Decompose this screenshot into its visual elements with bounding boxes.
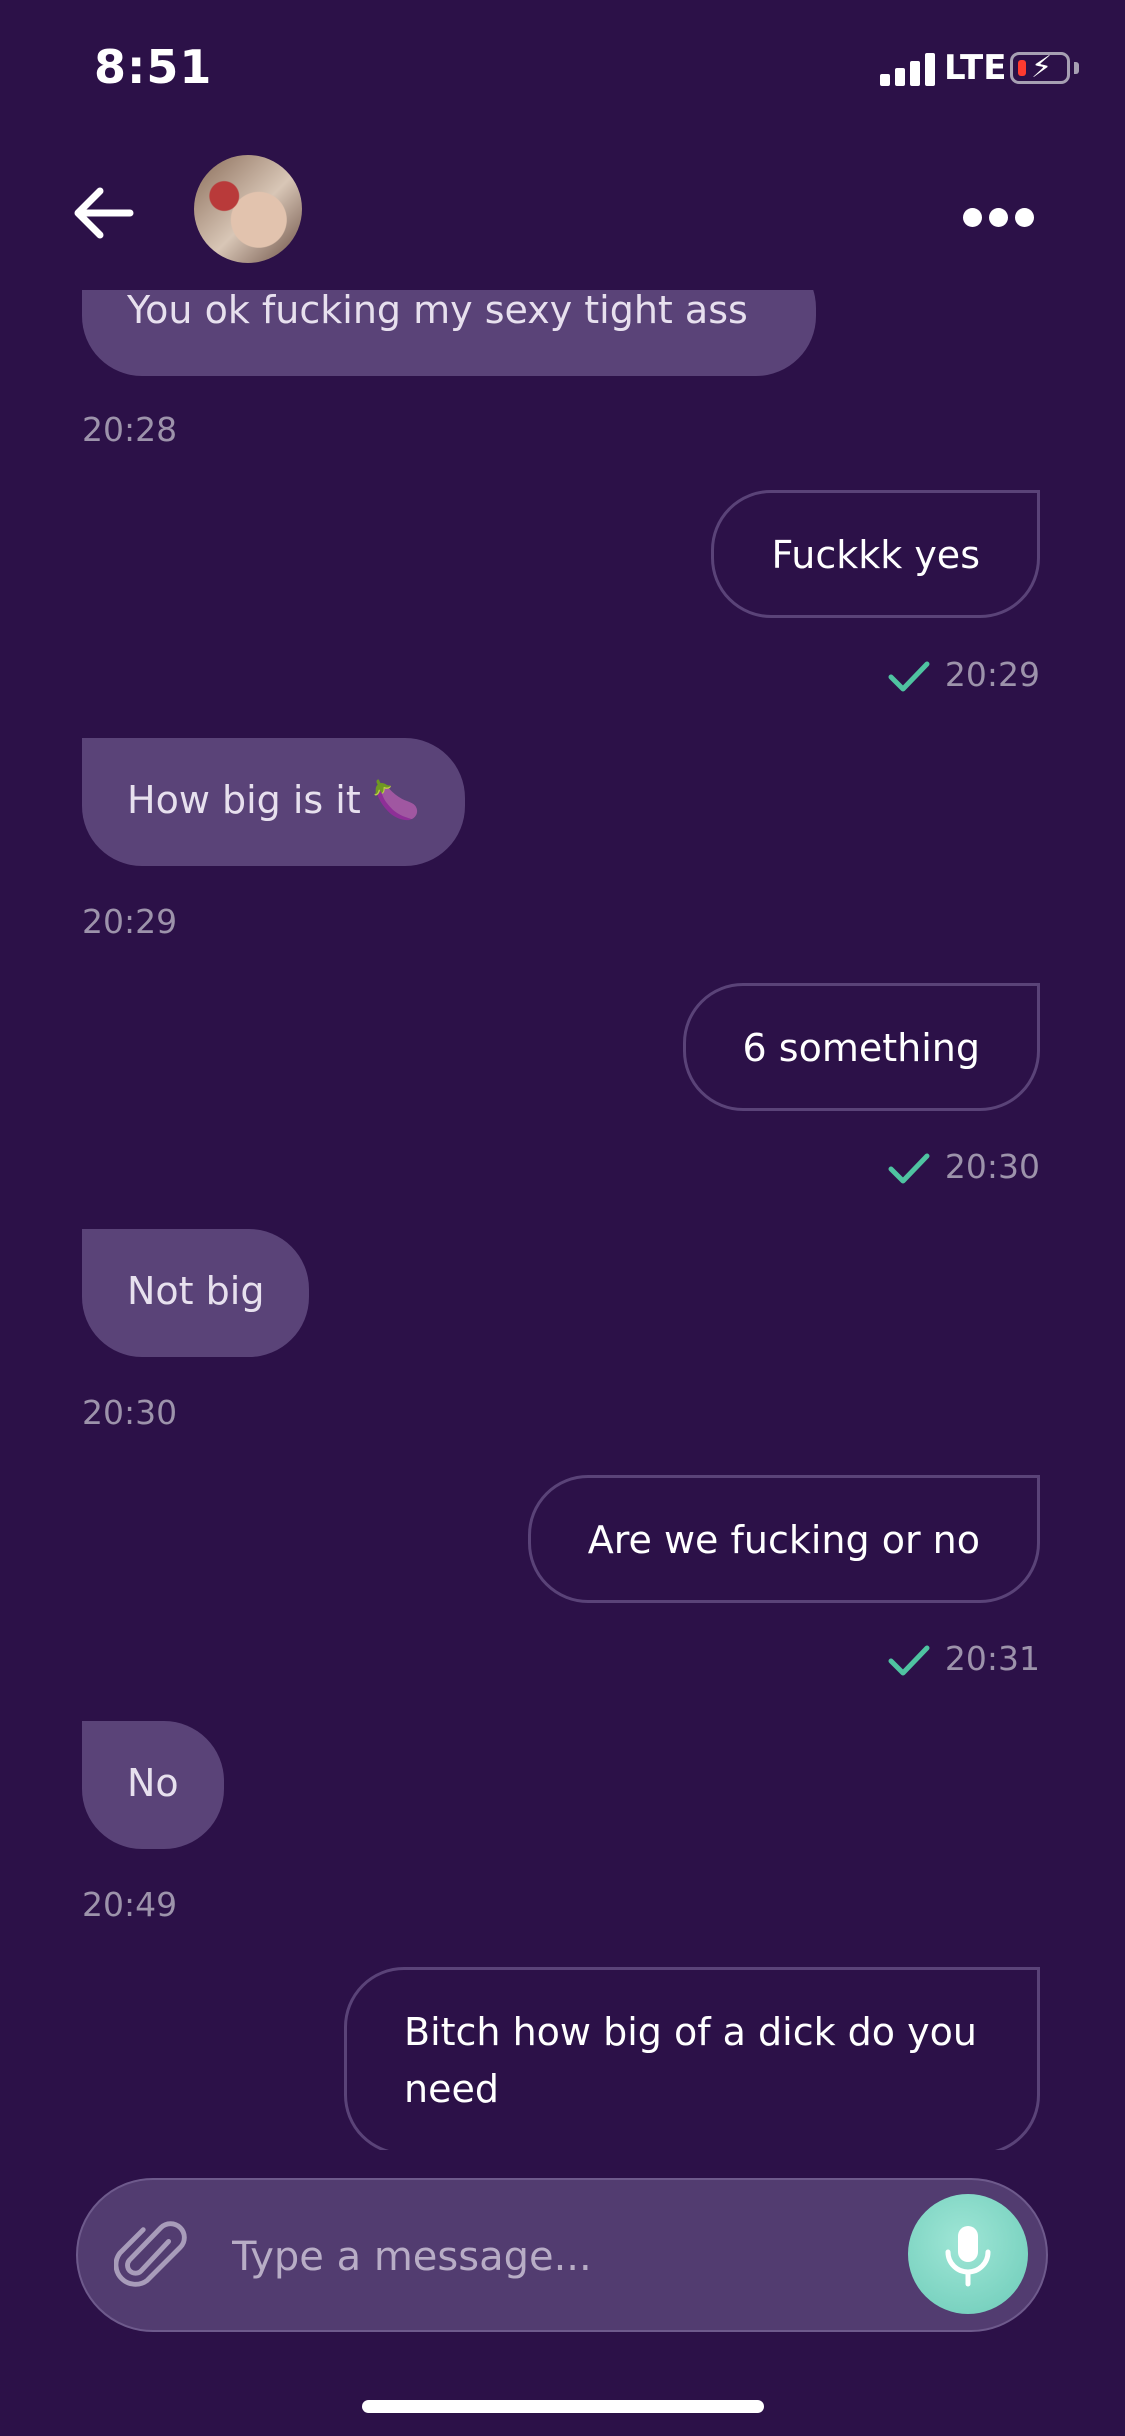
message-time: 20:30 — [82, 1393, 178, 1432]
message-bubble-outgoing: 6 something — [682, 983, 1040, 1111]
chat-header — [0, 140, 1125, 290]
message-bubble-incoming: You ok fucking my sexy tight ass — [82, 290, 816, 376]
avatar[interactable] — [194, 155, 302, 263]
check-icon — [888, 1153, 930, 1183]
message-bubble-outgoing: Are we fucking or no — [527, 1475, 1040, 1603]
message-bubble-outgoing: Fuckkk yes — [711, 490, 1040, 618]
message-time: 20:28 — [82, 410, 178, 449]
message-text: No — [127, 1761, 179, 1805]
message-input[interactable] — [230, 2220, 954, 2294]
microphone-icon — [945, 2226, 991, 2287]
message-time: 20:29 — [887, 655, 1040, 694]
battery-tip — [1074, 62, 1079, 74]
message-time: 20:49 — [82, 1885, 178, 1924]
battery-icon: ⚡ — [1010, 50, 1070, 85]
status-time: 8:51 — [94, 40, 213, 94]
message-bubble-incoming: No — [82, 1721, 224, 1849]
check-icon — [888, 661, 930, 691]
ellipsis-icon[interactable] — [958, 194, 1038, 234]
signal-icon — [880, 52, 938, 86]
message-bubble-incoming: Not big — [82, 1229, 310, 1357]
network-type: LTE — [944, 48, 1007, 88]
message-text: Not big — [127, 1269, 265, 1313]
status-bar: 8:51 LTE ⚡ — [0, 0, 1125, 140]
message-time: 20:31 — [887, 1639, 1040, 1678]
arrow-left-icon[interactable] — [68, 178, 138, 248]
message-time-text: 20:30 — [944, 1147, 1040, 1186]
message-composer — [76, 2178, 1048, 2332]
message-list[interactable]: You ok fucking my sexy tight ass 20:28 F… — [0, 290, 1125, 2150]
message-text: You ok fucking my sexy tight ass — [127, 290, 748, 332]
message-bubble-incoming: How big is it 🍆 — [82, 738, 466, 866]
message-time: 20:30 — [887, 1147, 1040, 1186]
paperclip-icon[interactable] — [114, 2218, 192, 2296]
message-time-text: 20:31 — [944, 1639, 1040, 1678]
message-text: 6 something — [742, 1026, 980, 1070]
message-time: 20:29 — [82, 902, 178, 941]
message-text: Are we fucking or no — [587, 1518, 980, 1562]
microphone-button[interactable] — [908, 2194, 1028, 2314]
message-text: Fuckkk yes — [771, 533, 980, 577]
message-text: How big is it 🍆 — [127, 778, 421, 822]
home-indicator[interactable] — [362, 2400, 764, 2413]
message-text: Bitch how big of a dick do you need — [404, 2010, 977, 2111]
message-time-text: 20:29 — [944, 655, 1040, 694]
check-icon — [888, 1645, 930, 1675]
message-bubble-outgoing: Bitch how big of a dick do you need — [344, 1967, 1040, 2150]
